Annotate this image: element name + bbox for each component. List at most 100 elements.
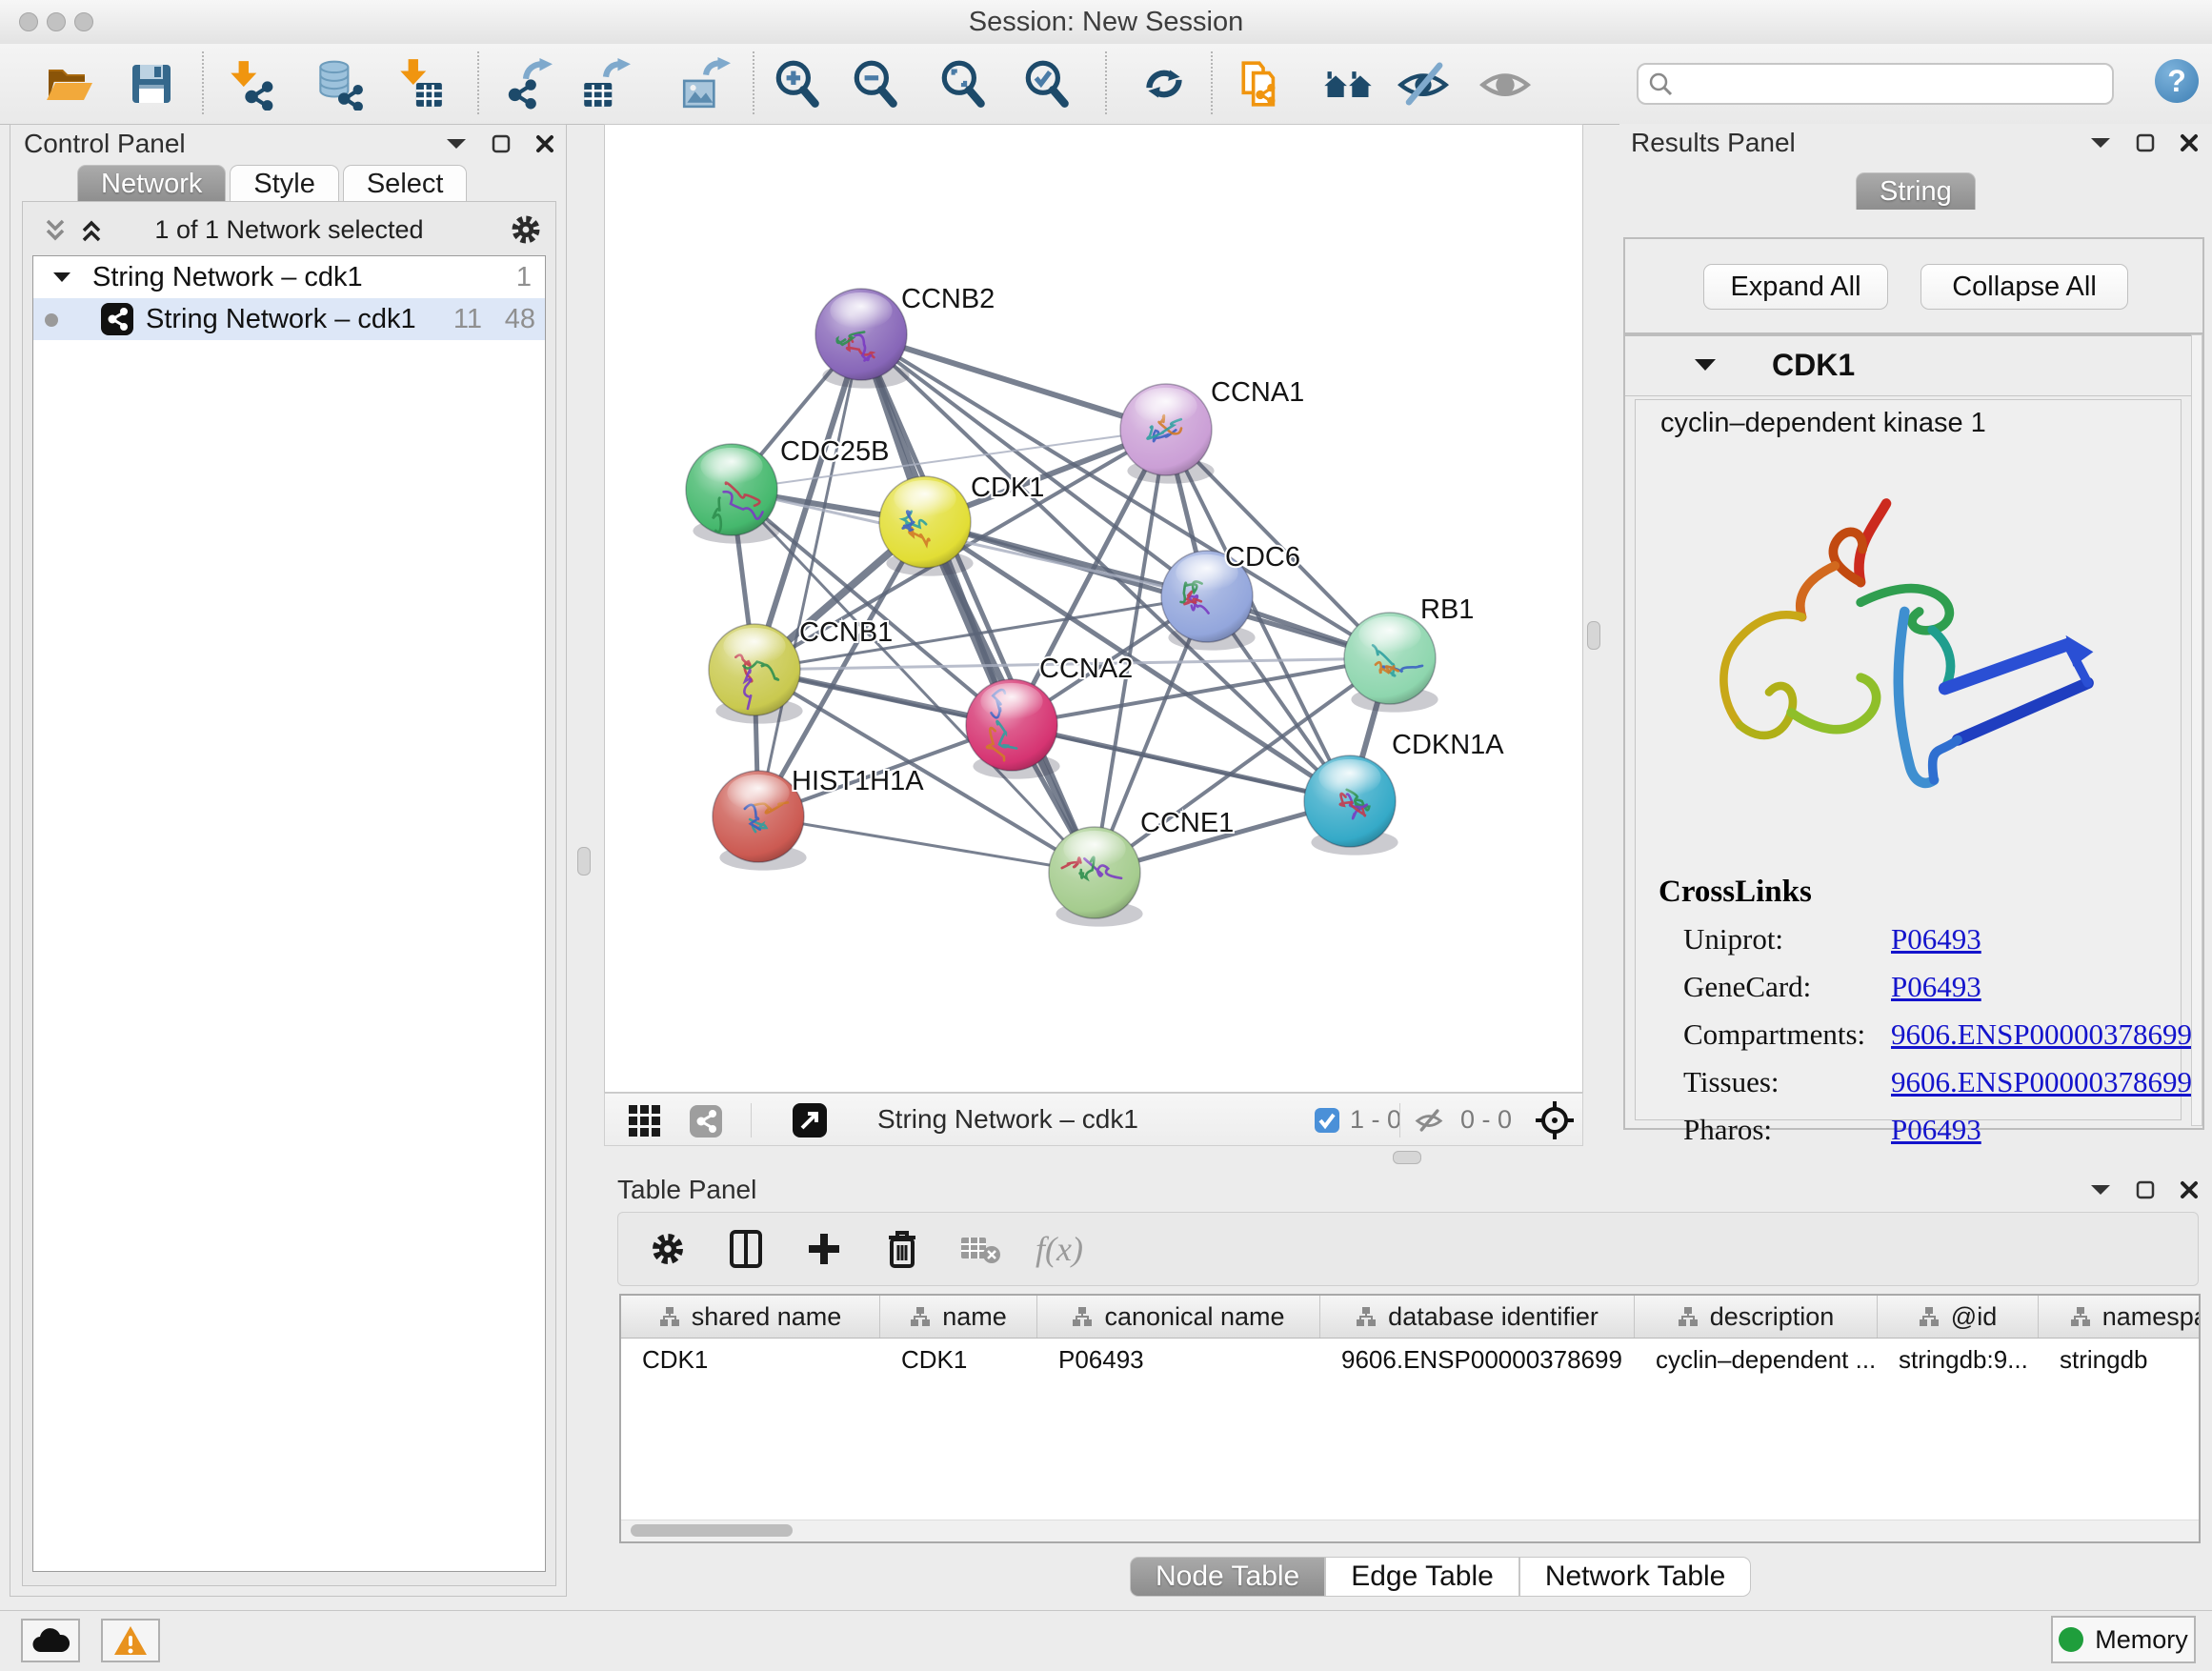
- table-options-button[interactable]: [645, 1226, 691, 1272]
- network-node-CCNB2[interactable]: [815, 289, 910, 389]
- network-node-CDK1[interactable]: [879, 476, 974, 576]
- import-network-from-database-button[interactable]: [308, 53, 369, 114]
- column-header[interactable]: namespace: [2039, 1296, 2201, 1338]
- cell-database-identifier[interactable]: 9606.ENSP00000378699: [1320, 1339, 1635, 1380]
- show-columns-button[interactable]: [723, 1226, 769, 1272]
- panel-menu-icon[interactable]: [446, 137, 467, 151]
- table-row[interactable]: CDK1 CDK1 P06493 9606.ENSP00000378699 cy…: [621, 1339, 2199, 1380]
- cell-namespace[interactable]: stringdb: [2039, 1339, 2201, 1380]
- column-header[interactable]: shared name: [621, 1296, 880, 1338]
- float-panel-icon[interactable]: [2136, 133, 2155, 152]
- import-network-from-file-button[interactable]: [219, 53, 280, 114]
- column-header[interactable]: @id: [1878, 1296, 2039, 1338]
- collection-expander-icon[interactable]: [52, 271, 71, 284]
- network-collection-row[interactable]: String Network – cdk1 1: [33, 256, 545, 298]
- collapse-all-button[interactable]: Collapse All: [1920, 264, 2128, 310]
- zoom-in-button[interactable]: [767, 53, 828, 114]
- warnings-button[interactable]: [101, 1619, 160, 1662]
- import-table-from-file-button[interactable]: [389, 53, 450, 114]
- column-header[interactable]: description: [1635, 1296, 1878, 1338]
- export-network-button[interactable]: [496, 53, 557, 114]
- open-session-button[interactable]: [38, 53, 99, 114]
- table-horizontal-scrollbar[interactable]: [621, 1520, 2199, 1541]
- grid-view-icon[interactable]: [628, 1104, 662, 1138]
- column-header[interactable]: name: [880, 1296, 1037, 1338]
- panel-menu-icon[interactable]: [2090, 136, 2111, 150]
- network-view-mode-icon[interactable]: [689, 1104, 723, 1138]
- crosslink-genecard-link[interactable]: P06493: [1891, 970, 1981, 1004]
- results-scrollbar[interactable]: [2191, 334, 2202, 1126]
- birds-eye-view-icon[interactable]: [792, 1102, 828, 1138]
- protein-section-header[interactable]: CDK1: [1625, 336, 2202, 396]
- network-options-gear-icon[interactable]: [510, 213, 542, 246]
- edge-CCNB2-CCNA1[interactable]: [861, 334, 1166, 430]
- bottom-splitter-handle[interactable]: [1393, 1151, 1421, 1164]
- cell-canonical-name[interactable]: P06493: [1037, 1339, 1320, 1380]
- cell-name[interactable]: CDK1: [880, 1339, 1037, 1380]
- export-table-button[interactable]: [574, 53, 635, 114]
- crosslink-compartments-link[interactable]: 9606.ENSP00000378699: [1891, 1017, 2192, 1052]
- panel-menu-icon[interactable]: [2090, 1183, 2111, 1197]
- edge-CCNA2-CDKN1A[interactable]: [1012, 725, 1350, 801]
- tab-edge-table[interactable]: Edge Table: [1325, 1557, 1519, 1597]
- network-node-CDC25B[interactable]: [686, 444, 780, 544]
- tab-node-table[interactable]: Node Table: [1130, 1557, 1325, 1597]
- first-neighbors-button[interactable]: [1317, 53, 1378, 114]
- memory-button[interactable]: Memory: [2051, 1616, 2196, 1663]
- cell-id[interactable]: stringdb:9...: [1878, 1339, 2039, 1380]
- network-node-CDKN1A[interactable]: [1304, 755, 1398, 856]
- network-node-CCNA1[interactable]: [1120, 384, 1215, 484]
- crosslink-tissues-link[interactable]: 9606.ENSP00000378699: [1891, 1065, 2192, 1099]
- close-panel-icon[interactable]: [2180, 133, 2199, 152]
- crosslink-uniprot-link[interactable]: P06493: [1891, 922, 1981, 956]
- float-panel-icon[interactable]: [2136, 1180, 2155, 1199]
- crosslink-pharos-link[interactable]: P06493: [1891, 1113, 1981, 1147]
- column-header[interactable]: database identifier: [1320, 1296, 1635, 1338]
- node-table[interactable]: shared name name canonical name database…: [619, 1294, 2201, 1543]
- cell-shared-name[interactable]: CDK1: [621, 1339, 880, 1380]
- close-panel-icon[interactable]: [535, 134, 554, 153]
- tab-select[interactable]: Select: [343, 165, 468, 202]
- network-node-CCNA2[interactable]: [966, 679, 1060, 779]
- refresh-button[interactable]: [1134, 53, 1195, 114]
- edge-CCNB2-HIST1H1A[interactable]: [758, 334, 861, 816]
- tab-network-table[interactable]: Network Table: [1519, 1557, 1752, 1597]
- scrollbar-thumb[interactable]: [631, 1524, 793, 1537]
- fit-selection-crosshair-icon[interactable]: [1535, 1100, 1575, 1140]
- network-view-canvas[interactable]: CCNB2CCNA1CDC25BCDK1CDC6RB1CCNB1CCNA2CDK…: [604, 124, 1583, 1093]
- selected-checkbox-icon[interactable]: [1314, 1107, 1340, 1134]
- delete-table-button[interactable]: [957, 1226, 1003, 1272]
- tab-network[interactable]: Network: [77, 165, 226, 202]
- save-session-button[interactable]: [121, 53, 182, 114]
- tab-style[interactable]: Style: [230, 165, 338, 202]
- zoom-selected-button[interactable]: [1016, 53, 1077, 114]
- help-button[interactable]: ?: [2155, 59, 2199, 103]
- cloud-status-button[interactable]: [21, 1619, 80, 1662]
- function-builder-button[interactable]: f(x): [1036, 1226, 1083, 1272]
- show-all-button[interactable]: [1475, 53, 1536, 114]
- delete-column-button[interactable]: [879, 1226, 925, 1272]
- zoom-fit-button[interactable]: [933, 53, 994, 114]
- column-header[interactable]: canonical name: [1037, 1296, 1320, 1338]
- export-image-button[interactable]: [674, 53, 735, 114]
- network-node-RB1[interactable]: [1344, 613, 1438, 713]
- cell-description[interactable]: cyclin–dependent ...: [1635, 1339, 1878, 1380]
- network-graph[interactable]: CCNB2CCNA1CDC25BCDK1CDC6RB1CCNB1CCNA2CDK…: [605, 125, 1582, 1092]
- zoom-out-button[interactable]: [845, 53, 906, 114]
- left-splitter-handle[interactable]: [577, 847, 591, 876]
- create-column-button[interactable]: [801, 1226, 847, 1272]
- right-splitter-handle[interactable]: [1587, 621, 1600, 650]
- network-node-CCNB1[interactable]: [709, 624, 803, 724]
- float-panel-icon[interactable]: [492, 134, 511, 153]
- tab-string[interactable]: String: [1856, 172, 1976, 210]
- search-input[interactable]: [1637, 63, 2114, 105]
- zoom-out-icon: [849, 57, 902, 111]
- expand-all-button[interactable]: Expand All: [1703, 264, 1888, 310]
- hide-selected-button[interactable]: [1393, 53, 1454, 114]
- network-row-selected[interactable]: String Network – cdk1 11 48: [33, 298, 545, 340]
- crosslink-label: Uniprot:: [1683, 922, 1783, 956]
- clone-network-button[interactable]: [1232, 53, 1293, 114]
- close-panel-icon[interactable]: [2180, 1180, 2199, 1199]
- network-node-CCNE1[interactable]: [1049, 827, 1143, 927]
- section-collapse-icon[interactable]: [1694, 357, 1717, 372]
